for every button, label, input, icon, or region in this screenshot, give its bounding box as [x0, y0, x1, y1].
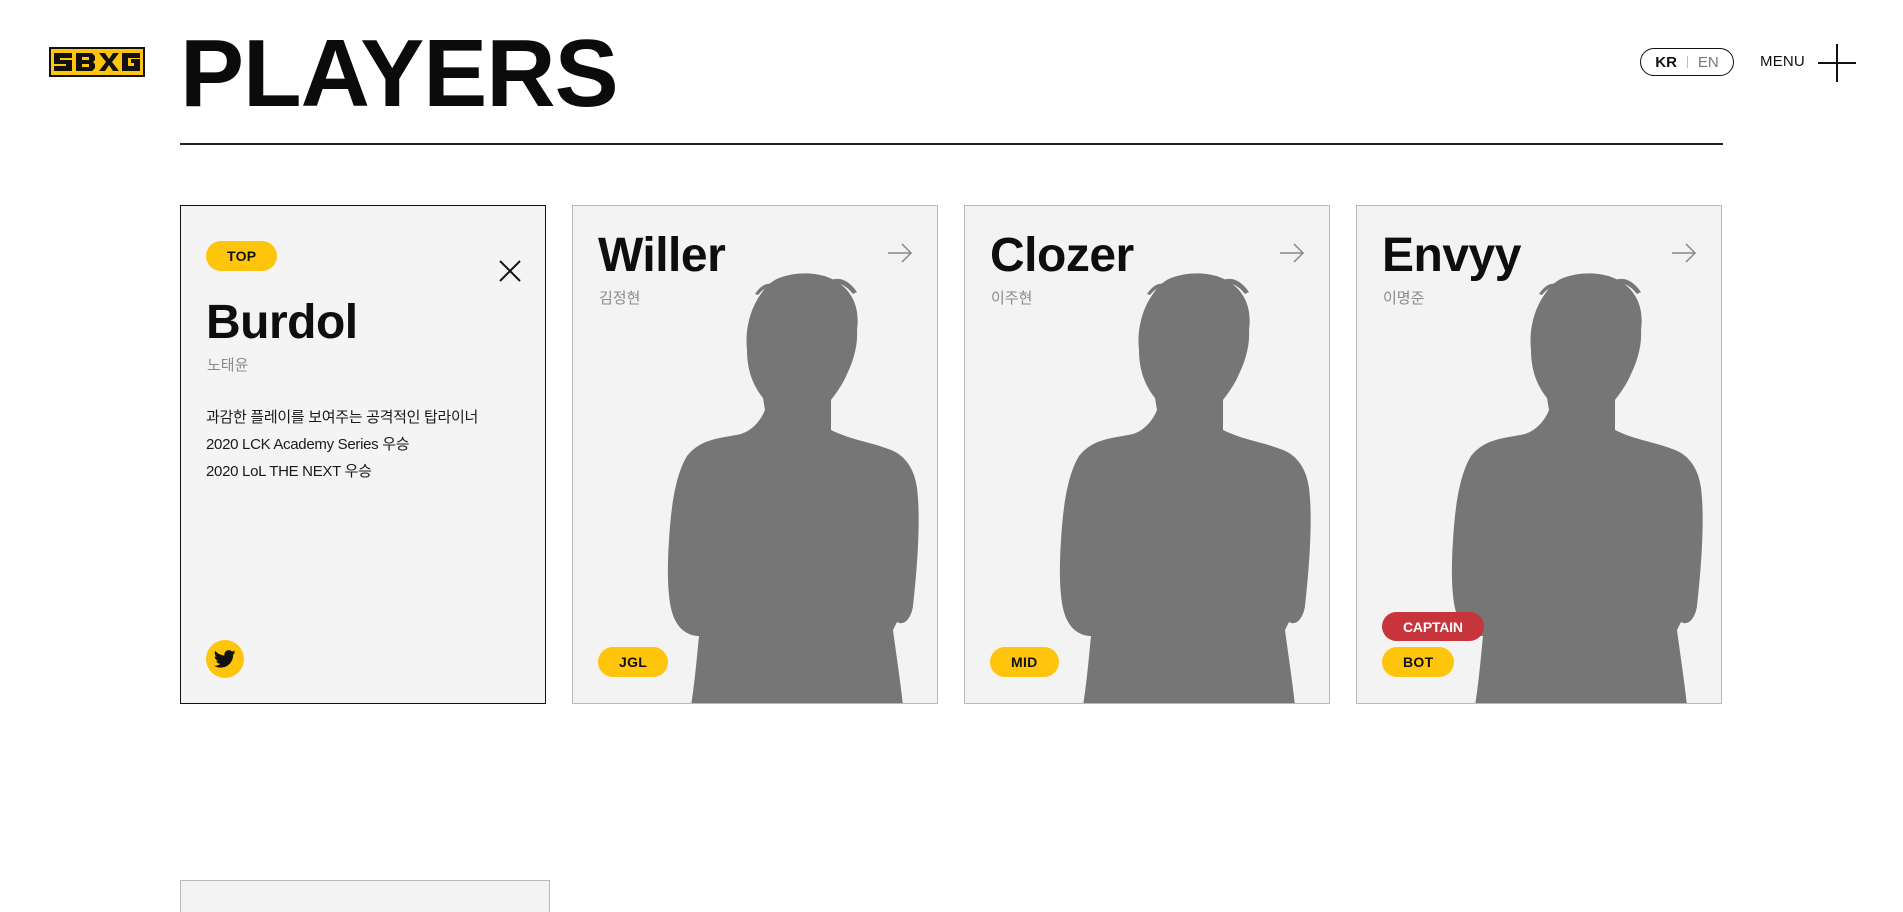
bio-line: 2020 LCK Academy Series 우승 [206, 436, 410, 453]
sbxg-logo[interactable] [49, 47, 145, 77]
lang-en-option[interactable]: EN [1698, 54, 1719, 71]
position-badge: TOP [206, 241, 278, 271]
player-silhouette-image [667, 273, 919, 703]
player-name: Envyy [1382, 229, 1521, 282]
players-page: PLAYERS KR EN MENU TOP Burdol 노태윤 과감한 플레… [0, 0, 1903, 912]
player-name: Willer [598, 229, 726, 282]
position-badge: JGL [598, 647, 669, 677]
lang-separator [1686, 56, 1688, 68]
player-card-envyy[interactable]: Envyy 이명준 CAPTAIN BOT [1356, 205, 1722, 704]
close-icon[interactable] [497, 258, 523, 284]
arrow-right-icon[interactable] [1279, 243, 1305, 263]
twitter-icon[interactable] [206, 640, 244, 678]
plus-menu-icon[interactable] [1818, 44, 1856, 82]
captain-badge: CAPTAIN [1382, 612, 1484, 641]
arrow-right-icon[interactable] [887, 243, 913, 263]
bio-line: 과감한 플레이를 보여주는 공격적인 탑라이너 [206, 409, 478, 426]
player-realname: 노태윤 [207, 357, 249, 374]
player-silhouette-image [1059, 273, 1311, 703]
position-badge: MID [990, 647, 1059, 677]
arrow-right-icon[interactable] [1671, 243, 1697, 263]
title-divider [180, 143, 1723, 145]
language-switch[interactable]: KR EN [1640, 48, 1734, 76]
player-card-partial[interactable] [180, 880, 550, 912]
player-bio: 과감한 플레이를 보여주는 공격적인 탑라이너 2020 LCK Academy… [206, 404, 526, 485]
player-name: Clozer [990, 229, 1134, 282]
player-card-clozer[interactable]: Clozer 이주현 MID [964, 205, 1330, 704]
player-realname: 이주현 [991, 290, 1033, 307]
player-card-willer[interactable]: Willer 김정현 JGL [572, 205, 938, 704]
player-realname: 이명준 [1383, 290, 1425, 307]
player-realname: 김정현 [599, 290, 641, 307]
player-name: Burdol [206, 296, 358, 349]
lang-kr-option[interactable]: KR [1655, 54, 1677, 71]
menu-label[interactable]: MENU [1760, 53, 1805, 70]
player-card-burdol[interactable]: TOP Burdol 노태윤 과감한 플레이를 보여주는 공격적인 탑라이너 2… [180, 205, 546, 704]
position-badge: BOT [1382, 647, 1455, 677]
page-title: PLAYERS [180, 20, 619, 127]
bio-line: 2020 LoL THE NEXT 우승 [206, 463, 372, 480]
player-silhouette-image [1451, 273, 1703, 703]
